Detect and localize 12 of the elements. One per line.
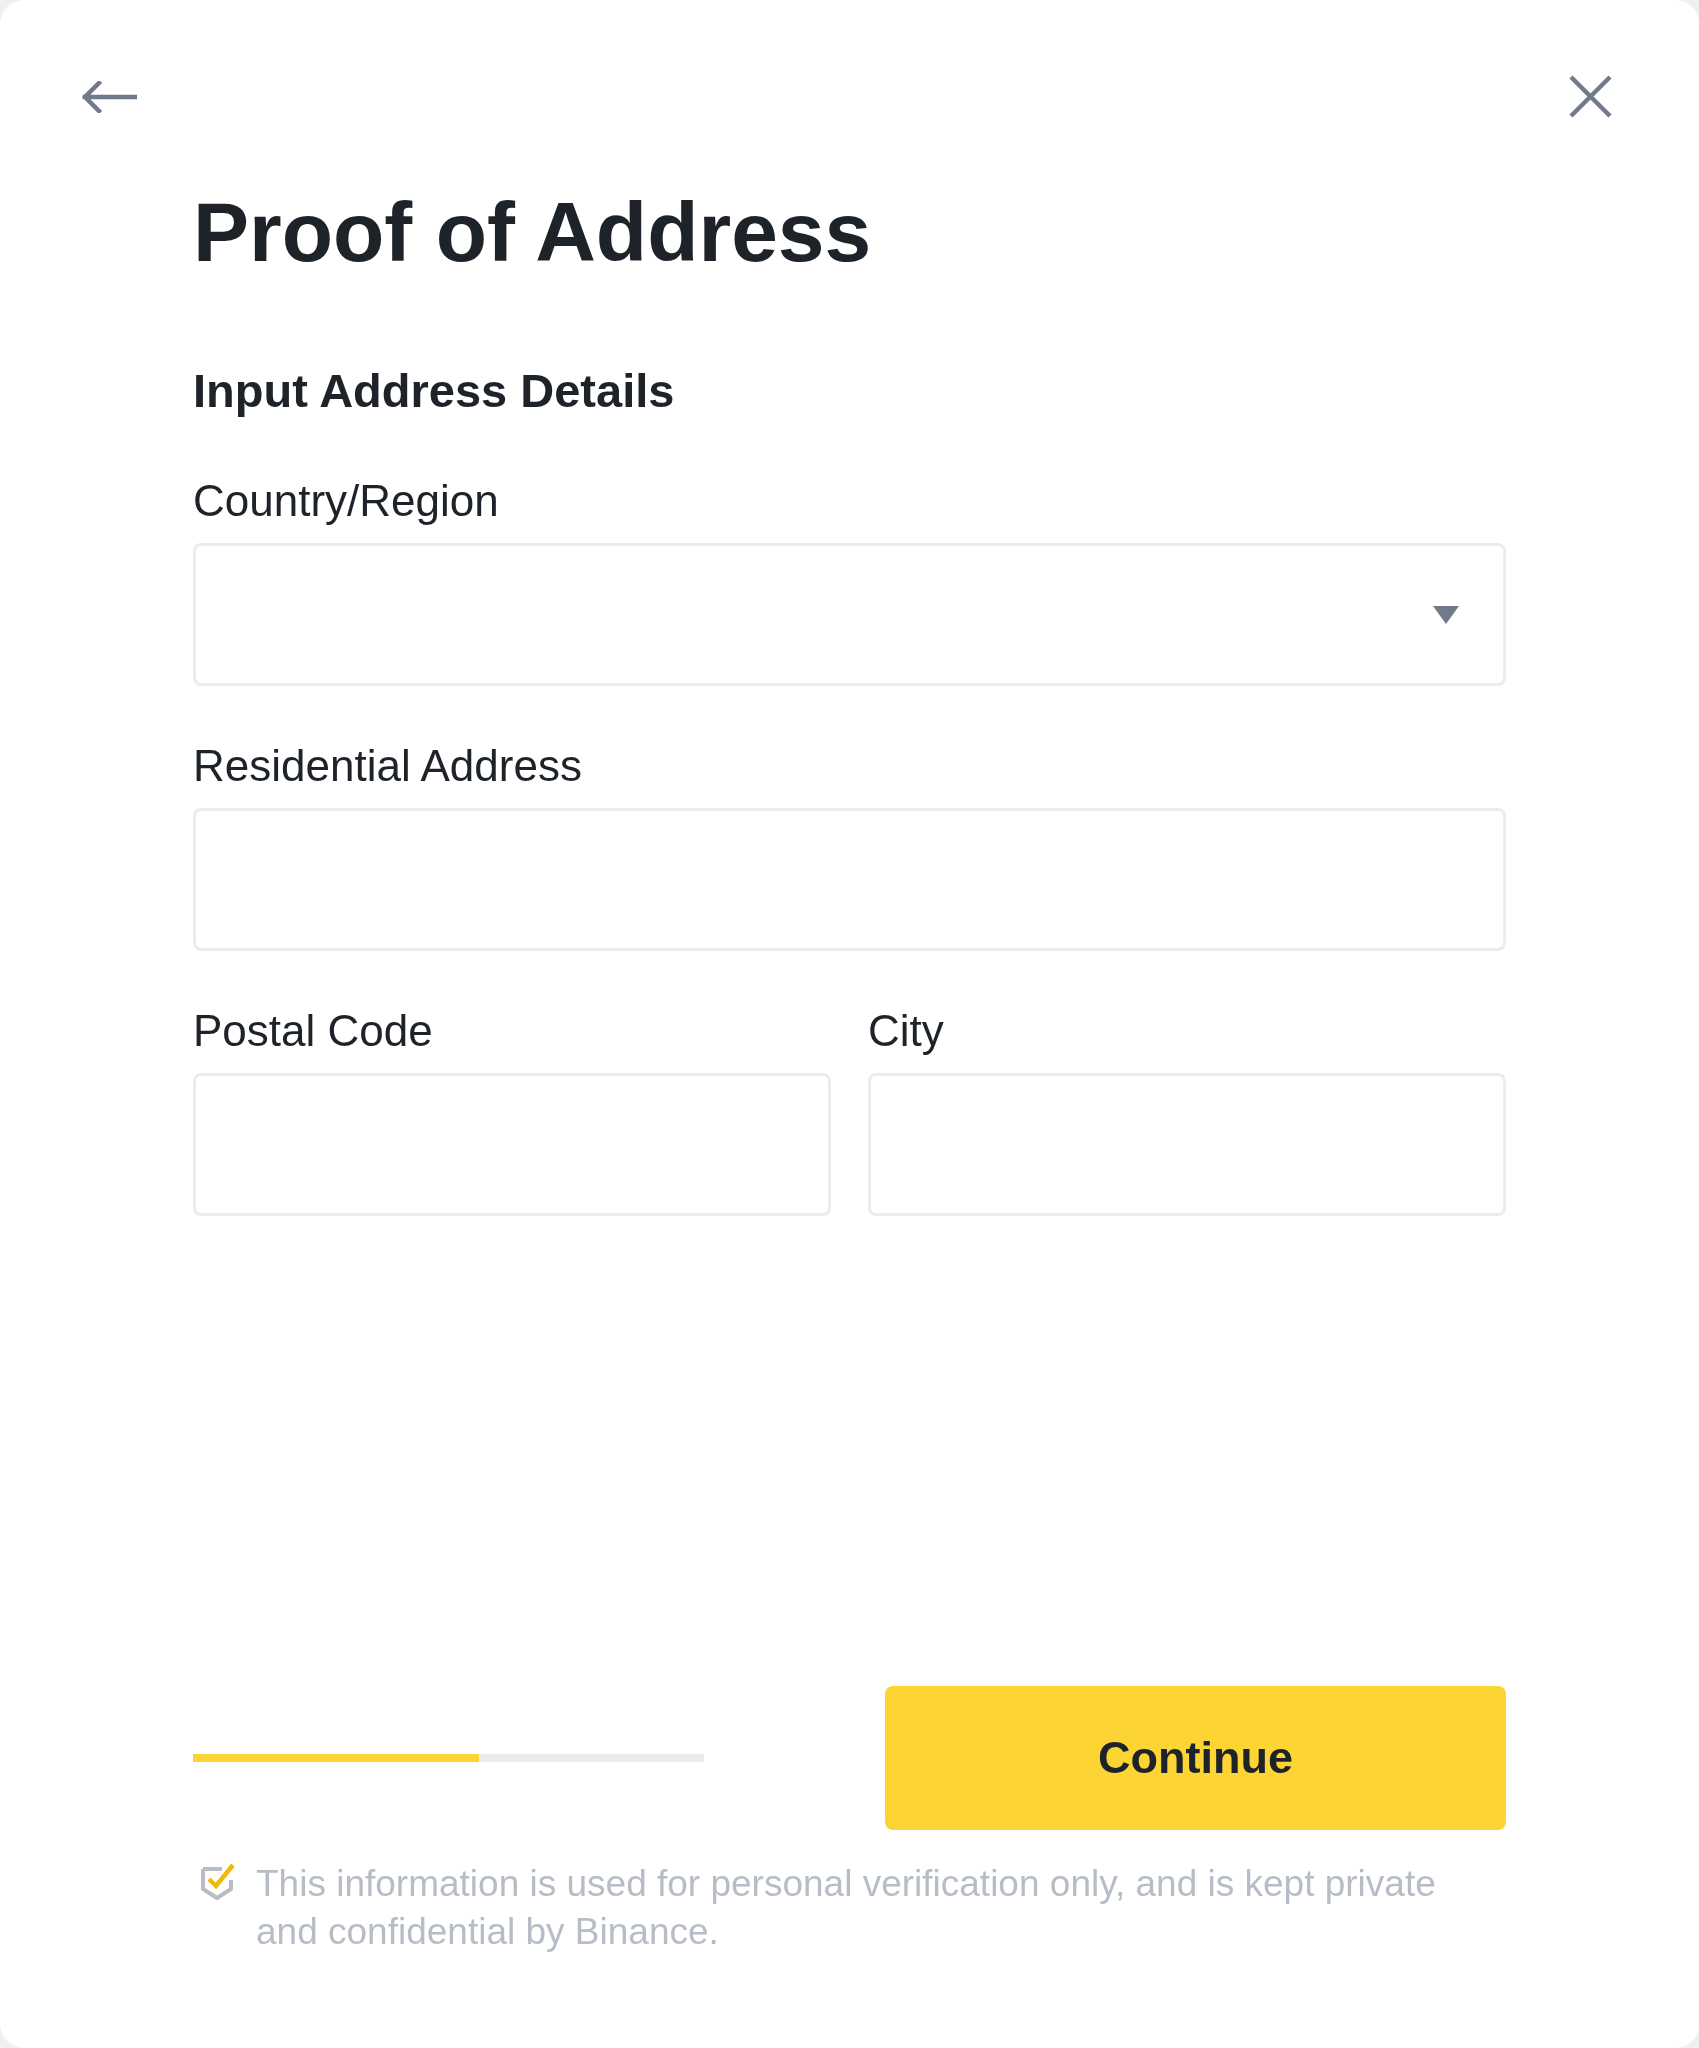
field-label: Postal Code bbox=[193, 1009, 434, 1053]
page-title: Proof of Address bbox=[193, 190, 873, 274]
close-icon[interactable] bbox=[1568, 74, 1613, 119]
shield-check-icon bbox=[200, 1862, 236, 1901]
field-label: Country/Region bbox=[193, 479, 500, 523]
arrow-left-icon[interactable] bbox=[81, 80, 137, 113]
continue-button[interactable]: Continue bbox=[885, 1686, 1506, 1830]
field-label: City bbox=[868, 1009, 945, 1053]
privacy-notice: This information is used for personal verification only, and is kept private and confidential by Binance. bbox=[256, 1862, 1437, 1954]
select-field[interactable] bbox=[193, 543, 1506, 686]
field-label: Residential Address bbox=[193, 744, 583, 788]
caret-down-icon bbox=[1433, 605, 1459, 624]
